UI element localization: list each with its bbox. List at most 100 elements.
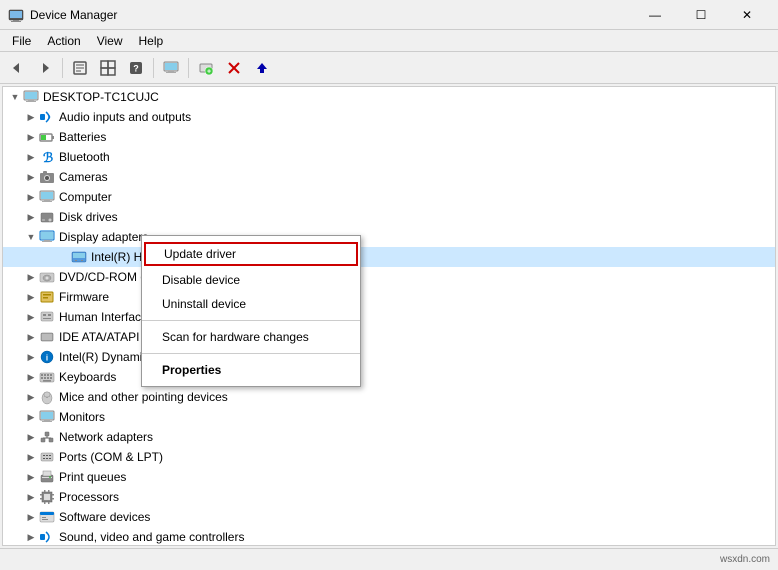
add-driver-button[interactable]: + xyxy=(193,55,219,81)
expand-icon-ports[interactable]: ▶ xyxy=(23,449,39,465)
expand-icon-sound[interactable]: ▶ xyxy=(23,529,39,545)
expand-icon-batteries[interactable]: ▶ xyxy=(23,129,39,145)
tree-item-software[interactable]: ▶ Software devices xyxy=(3,507,775,527)
tree-item-ideata[interactable]: ▶ IDE ATA/ATAPI controllers xyxy=(3,327,775,347)
context-menu-sep-2 xyxy=(142,353,360,354)
tree-item-computer-label: Computer xyxy=(59,190,112,204)
tree-item-root[interactable]: ▼ DESKTOP-TC1CUJC xyxy=(3,87,775,107)
tree-item-bluetooth-label: Bluetooth xyxy=(59,150,110,164)
help-button[interactable]: ? xyxy=(123,55,149,81)
expand-icon-firmware[interactable]: ▶ xyxy=(23,289,39,305)
menu-file[interactable]: File xyxy=(4,32,39,50)
audio-icon xyxy=(39,109,55,125)
expand-icon-monitors[interactable]: ▶ xyxy=(23,409,39,425)
tree-item-audio-label: Audio inputs and outputs xyxy=(59,110,191,124)
maximize-button[interactable]: ☐ xyxy=(678,0,724,30)
tree-item-keyboards[interactable]: ▶ Keyboards xyxy=(3,367,775,387)
tree-item-network[interactable]: ▶ Network adapters xyxy=(3,427,775,447)
tree-item-ports[interactable]: ▶ Ports (COM & LPT) xyxy=(3,447,775,467)
toolbar-sep-2 xyxy=(153,58,154,78)
computer-button[interactable] xyxy=(158,55,184,81)
tree-item-monitors[interactable]: ▶ Monitors xyxy=(3,407,775,427)
menu-view[interactable]: View xyxy=(89,32,131,50)
svg-text:ℬ: ℬ xyxy=(43,150,53,165)
inteldynamic-icon: i xyxy=(39,349,55,365)
tree-item-diskdrives[interactable]: ▶ Disk drives xyxy=(3,207,775,227)
expand-icon-printqueues[interactable]: ▶ xyxy=(23,469,39,485)
title-bar: Device Manager — ☐ ✕ xyxy=(0,0,778,30)
expand-icon-computer[interactable]: ▶ xyxy=(23,189,39,205)
tree-item-keyboards-label: Keyboards xyxy=(59,370,116,384)
context-menu-scan-hardware[interactable]: Scan for hardware changes xyxy=(142,325,360,349)
scan-button[interactable] xyxy=(95,55,121,81)
dvd-icon xyxy=(39,269,55,285)
expand-icon-inteldynamic[interactable]: ▶ xyxy=(23,349,39,365)
expand-icon-network[interactable]: ▶ xyxy=(23,429,39,445)
toolbar-sep-1 xyxy=(62,58,63,78)
tree-item-sound[interactable]: ▶ Sound, video and game controllers xyxy=(3,527,775,546)
expand-icon-ideata[interactable]: ▶ xyxy=(23,329,39,345)
status-watermark: wsxdn.com xyxy=(720,554,770,565)
remove-button[interactable] xyxy=(221,55,247,81)
expand-icon-bluetooth[interactable]: ▶ xyxy=(23,149,39,165)
forward-icon xyxy=(37,60,53,76)
tree-item-inteldynamic[interactable]: ▶ i Intel(R) Dynamic Platform... xyxy=(3,347,775,367)
tree-item-processors[interactable]: ▶ Processors xyxy=(3,487,775,507)
update-icon xyxy=(254,60,270,76)
adapter-icon xyxy=(71,249,87,265)
minimize-button[interactable]: — xyxy=(632,0,678,30)
tree-item-firmware-label: Firmware xyxy=(59,290,109,304)
tree-item-audio[interactable]: ▶ Audio inputs and outputs xyxy=(3,107,775,127)
tree-item-batteries[interactable]: ▶ Batteries xyxy=(3,127,775,147)
toolbar-sep-3 xyxy=(188,58,189,78)
tree-item-computer[interactable]: ▶ Computer xyxy=(3,187,775,207)
tree-item-dvd[interactable]: ▶ DVD/CD-ROM drives xyxy=(3,267,775,287)
expand-icon-hid[interactable]: ▶ xyxy=(23,309,39,325)
tree-item-firmware[interactable]: ▶ Firmware xyxy=(3,287,775,307)
update-driver-label: Update driver xyxy=(164,247,236,261)
context-menu: Update driver Disable device Uninstall d… xyxy=(141,235,361,387)
expand-icon-mice[interactable]: ▶ xyxy=(23,389,39,405)
tree-item-hid[interactable]: ▶ Human Interface Devices xyxy=(3,307,775,327)
context-menu-properties[interactable]: Properties xyxy=(142,358,360,382)
tree-item-cameras[interactable]: ▶ Cameras xyxy=(3,167,775,187)
app-icon xyxy=(8,7,24,23)
hid-icon xyxy=(39,309,55,325)
close-button[interactable]: ✕ xyxy=(724,0,770,30)
expand-icon-keyboards[interactable]: ▶ xyxy=(23,369,39,385)
tree-item-mice[interactable]: ▶ Mice and other pointing devices xyxy=(3,387,775,407)
expand-icon-dvd[interactable]: ▶ xyxy=(23,269,39,285)
menu-help[interactable]: Help xyxy=(131,32,172,50)
expand-icon-processors[interactable]: ▶ xyxy=(23,489,39,505)
expand-icon-display[interactable]: ▼ xyxy=(23,229,39,245)
keyboards-icon xyxy=(39,369,55,385)
expand-icon-root[interactable]: ▼ xyxy=(7,89,23,105)
expand-icon-software[interactable]: ▶ xyxy=(23,509,39,525)
properties-button[interactable] xyxy=(67,55,93,81)
help-icon: ? xyxy=(128,60,144,76)
ports-icon xyxy=(39,449,55,465)
sound-icon xyxy=(39,529,55,545)
update-button[interactable] xyxy=(249,55,275,81)
expand-icon-cameras[interactable]: ▶ xyxy=(23,169,39,185)
expand-icon-diskdrives[interactable]: ▶ xyxy=(23,209,39,225)
tree-item-printqueues[interactable]: ▶ Print queues xyxy=(3,467,775,487)
expand-icon-audio[interactable]: ▶ xyxy=(23,109,39,125)
tree-item-bluetooth[interactable]: ▶ ℬ Bluetooth xyxy=(3,147,775,167)
properties-icon xyxy=(72,60,88,76)
context-menu-update-driver[interactable]: Update driver xyxy=(144,242,358,266)
printqueues-icon xyxy=(39,469,55,485)
context-menu-disable-device[interactable]: Disable device xyxy=(142,268,360,292)
device-tree[interactable]: ▼ DESKTOP-TC1CUJC ▶ Audio xyxy=(2,86,776,546)
tree-item-display[interactable]: ▼ Display adapters xyxy=(3,227,775,247)
tree-item-intel-hd[interactable]: ▶ Intel(R) HD Graphics 5500 xyxy=(3,247,775,267)
forward-button[interactable] xyxy=(32,55,58,81)
status-bar: wsxdn.com xyxy=(0,548,778,570)
context-menu-uninstall-device[interactable]: Uninstall device xyxy=(142,292,360,316)
firmware-icon xyxy=(39,289,55,305)
back-button[interactable] xyxy=(4,55,30,81)
menu-action[interactable]: Action xyxy=(39,32,88,50)
svg-text:?: ? xyxy=(133,63,139,73)
tree-item-display-label: Display adapters xyxy=(59,230,148,244)
svg-text:i: i xyxy=(46,354,48,363)
